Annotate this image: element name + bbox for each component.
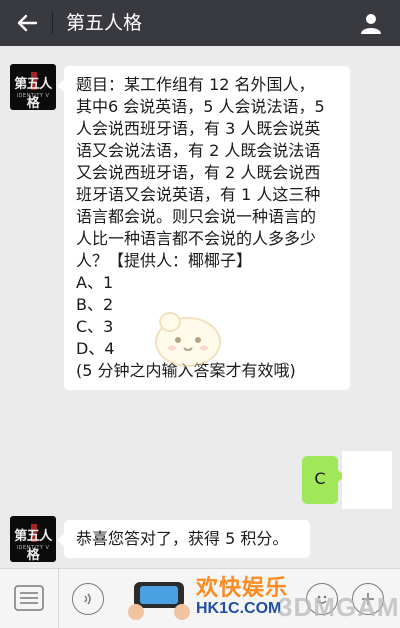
message-bubble-result[interactable]: 恭喜您答对了，获得 5 积分。 — [57, 520, 310, 558]
list-menu-icon — [14, 585, 44, 611]
message-text: 恭喜您答对了，获得 5 积分。 — [76, 529, 289, 548]
message-line: 语又会说法语，有 2 人既会说法语 — [76, 141, 321, 160]
message-line: 人会说西班牙语，有 3 人既会说英 — [76, 119, 321, 138]
message-bubble-answer[interactable]: C — [302, 456, 345, 504]
message-input[interactable] — [114, 583, 294, 615]
header-divider — [52, 12, 53, 34]
official-account-avatar[interactable]: 第五人格 IDENTITY V — [10, 64, 56, 110]
menu-toggle-button[interactable] — [12, 583, 46, 613]
user-avatar[interactable] — [342, 451, 392, 509]
message-text: C — [314, 469, 326, 488]
official-account-avatar[interactable]: 第五人格 IDENTITY V — [10, 516, 56, 562]
emoji-button[interactable] — [306, 583, 338, 615]
message-line: 语言都会说。则只会说一种语言的 — [76, 207, 317, 226]
toolbar-divider — [58, 569, 59, 628]
message-line: 其中6 会说英语，5 人会说法语，5 — [76, 97, 325, 116]
message-line: 又会说西班牙语，有 2 人既会说西 — [76, 163, 321, 182]
person-icon — [361, 14, 381, 34]
chat-title: 第五人格 — [66, 12, 143, 34]
back-button[interactable] — [12, 8, 42, 38]
top-bar: 第五人格 — [0, 0, 400, 46]
more-button[interactable] — [352, 583, 384, 615]
message-line: 人？【提供人：椰椰子】 — [76, 251, 253, 270]
plus-icon — [362, 593, 374, 605]
profile-button[interactable] — [356, 8, 386, 38]
avatar-logo-text: 第五人格 — [14, 77, 52, 110]
voice-button[interactable] — [72, 583, 104, 615]
chat-area[interactable]: 第五人格 IDENTITY V 题目：某工作组有 12 名外国人， 其中6 会说… — [0, 46, 400, 568]
arrow-left-icon — [17, 14, 38, 32]
avatar-logo-subtext: IDENTITY V — [16, 93, 50, 99]
option-a: A、1 — [76, 273, 114, 292]
avatar-logo-text: 第五人格 — [14, 529, 52, 562]
mascot-illustration — [155, 312, 221, 367]
message-line: 人比一种语言都不会说的人多多少 — [76, 229, 317, 248]
emoji-icon — [317, 595, 327, 604]
voice-icon — [84, 593, 91, 605]
message-line: 题目：某工作组有 12 名外国人， — [76, 75, 315, 94]
avatar-logo-subtext: IDENTITY V — [16, 545, 50, 551]
input-toolbar — [0, 568, 400, 628]
message-line: 班牙语又会说英语，有 1 人这三种 — [76, 185, 321, 204]
